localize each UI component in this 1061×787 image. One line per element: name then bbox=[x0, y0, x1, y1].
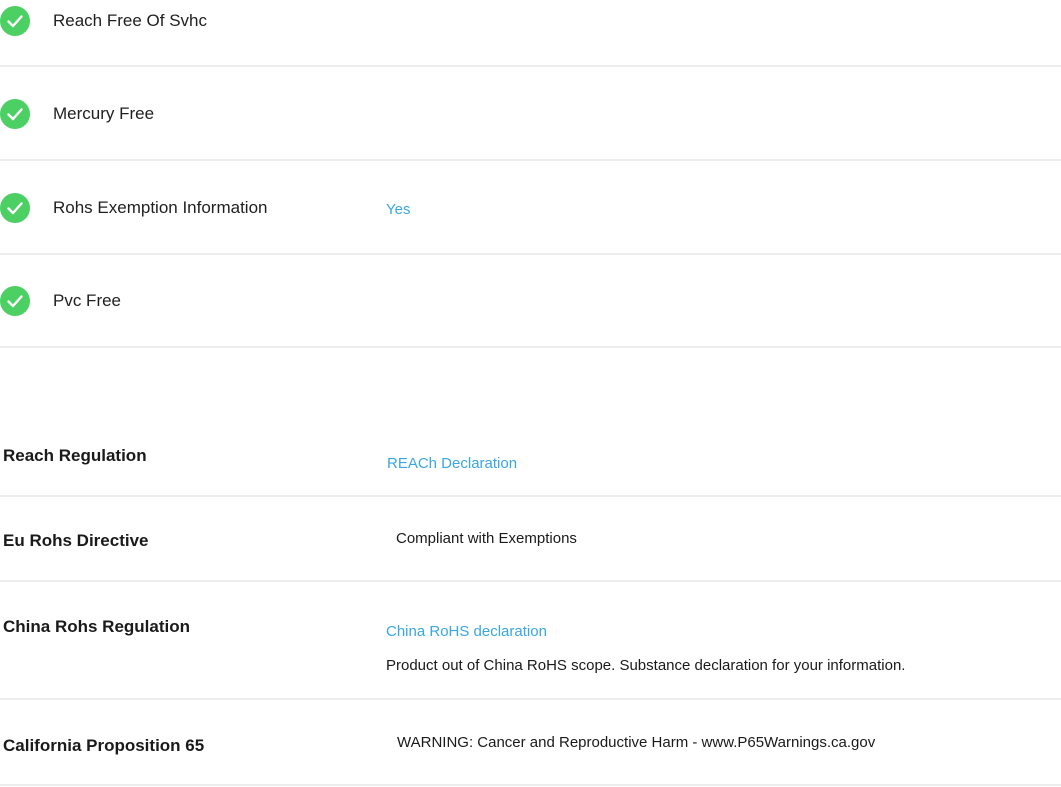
china-rohs-note: Product out of China RoHS scope. Substan… bbox=[386, 657, 906, 674]
feature-item-reach-free-of-svhc: Reach Free Of Svhc bbox=[0, 6, 1061, 36]
divider bbox=[0, 65, 1061, 67]
feature-item-rohs-exemption-information: Rohs Exemption Information Yes bbox=[0, 193, 1061, 223]
regulation-label-reach: Reach Regulation bbox=[3, 446, 147, 465]
reach-declaration-link[interactable]: REACh Declaration bbox=[387, 454, 517, 474]
feature-item-mercury-free: Mercury Free bbox=[0, 99, 1061, 129]
feature-label: Mercury Free bbox=[53, 104, 155, 123]
divider bbox=[0, 580, 1061, 582]
feature-label: Rohs Exemption Information bbox=[53, 198, 268, 217]
divider bbox=[0, 698, 1061, 700]
feature-label: Pvc Free bbox=[53, 291, 122, 310]
divider bbox=[0, 495, 1061, 497]
divider bbox=[0, 346, 1061, 348]
regulation-label-china-rohs: China Rohs Regulation bbox=[3, 617, 190, 636]
feature-item-pvc-free: Pvc Free bbox=[0, 286, 1061, 316]
check-circle-icon bbox=[0, 6, 30, 36]
feature-label: Reach Free Of Svhc bbox=[53, 11, 208, 30]
regulation-label-eu-rohs: Eu Rohs Directive bbox=[3, 531, 149, 550]
feature-value-link[interactable]: Yes bbox=[386, 200, 410, 220]
check-circle-icon bbox=[0, 99, 30, 129]
china-rohs-declaration-link[interactable]: China RoHS declaration bbox=[386, 622, 547, 642]
regulation-label-california-prop-65: California Proposition 65 bbox=[3, 736, 205, 755]
divider bbox=[0, 784, 1061, 786]
check-circle-icon bbox=[0, 193, 30, 223]
prop-65-warning: WARNING: Cancer and Reproductive Harm - … bbox=[397, 734, 876, 751]
divider bbox=[0, 253, 1061, 255]
check-circle-icon bbox=[0, 286, 30, 316]
divider bbox=[0, 159, 1061, 161]
eu-rohs-status: Compliant with Exemptions bbox=[396, 530, 577, 547]
